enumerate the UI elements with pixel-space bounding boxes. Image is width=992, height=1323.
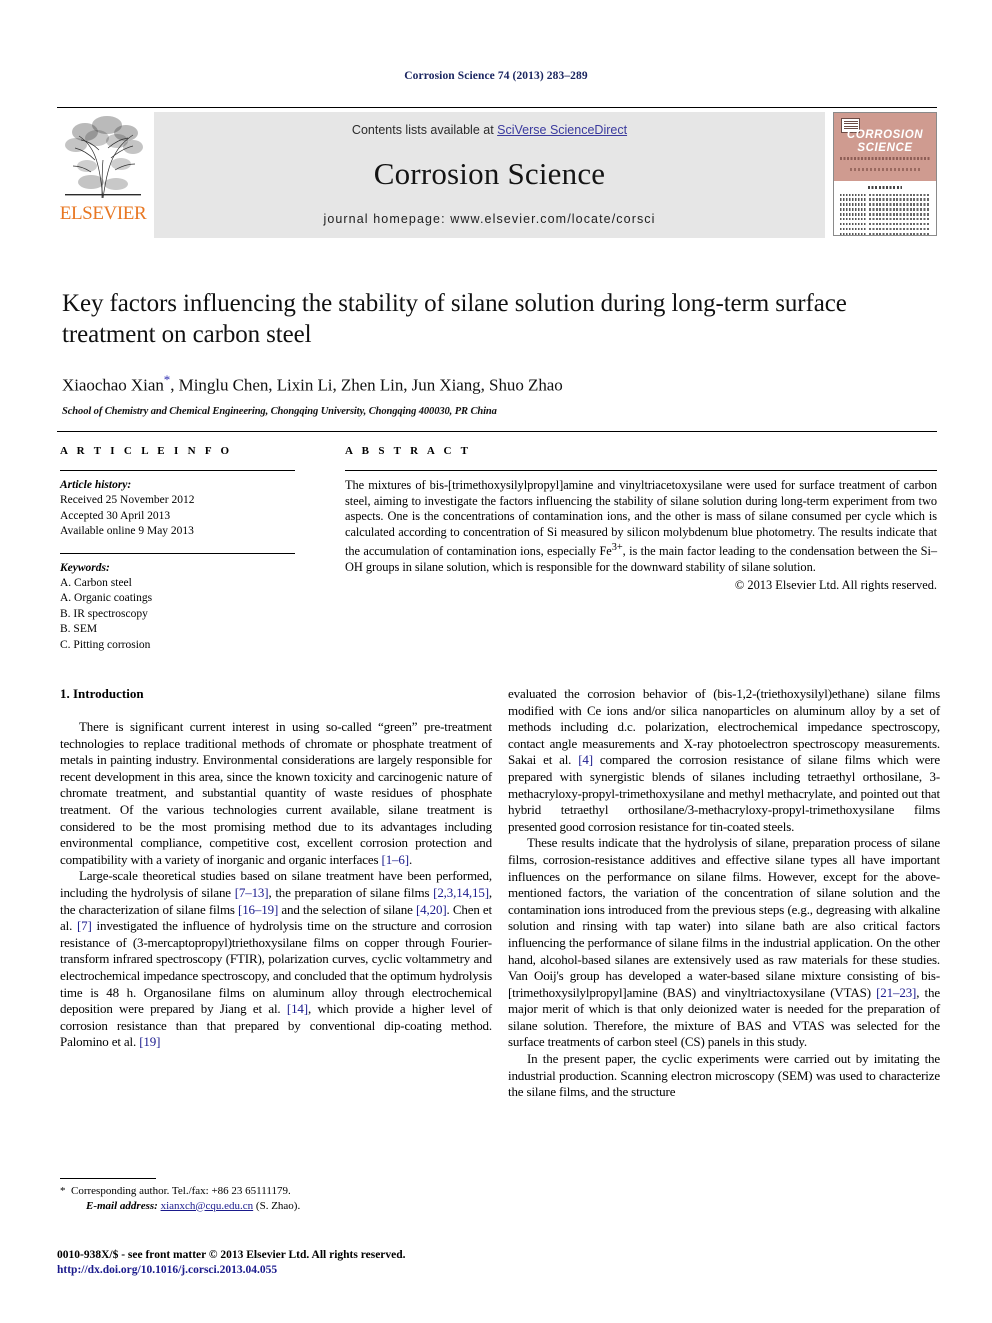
cover-contents-row [840,232,930,235]
cover-contents-row [840,222,930,226]
history-online: Available online 9 May 2013 [60,525,194,538]
cover-contents-row [840,217,930,221]
cover-contents-row [840,203,930,206]
cover-title-line1: CORROSION [846,129,924,141]
cover-title-line2: SCIENCE [857,142,913,154]
article-history-label: Article history: [60,479,132,491]
email-link[interactable]: xianxch@cqu.edu.cn [161,1200,254,1212]
body-column-left: 1. Introduction There is significant cur… [60,686,492,1051]
cover-header: CORROSION SCIENCE [834,113,936,181]
keyword-item: B. SEM [60,623,98,636]
info-divider [57,431,937,432]
history-received: Received 25 November 2012 [60,494,195,507]
cover-title: CORROSION SCIENCE [834,129,936,155]
cover-subtitle-rule [840,157,930,160]
cover-contents [834,181,936,235]
keyword-item: A. Carbon steel [60,577,132,590]
abstract-rule [345,470,937,471]
cover-editors-rule [850,168,920,171]
section-heading-introduction: 1. Introduction [60,686,144,701]
journal-band: Contents lists available at SciVerse Sci… [154,112,825,238]
page-title: Key factors influencing the stability of… [62,290,847,348]
journal-title: Corrosion Science [373,156,606,191]
paragraph: evaluated the corrosion behavior of (bis… [508,686,940,834]
footnote-rule [60,1178,156,1179]
author-list: Xiaochao Xian*, Minglu Chen, Lixin Li, Z… [62,372,942,396]
abstract-heading: A B S T R A C T [345,445,472,457]
paragraph: There is significant current interest in… [60,719,492,867]
cover-contents-row [840,193,930,196]
email-note: E-mail address: xianxch@cqu.edu.cn (S. Z… [60,1199,492,1214]
body-column-right: evaluated the corrosion behavior of (bis… [508,686,940,1101]
history-accepted: Accepted 30 April 2013 [60,509,171,522]
keywords-rule [60,552,295,554]
keywords-label: Keywords: [60,561,110,574]
cover-contents-row [840,213,930,216]
affiliation: School of Chemistry and Chemical Enginee… [62,405,497,417]
email-label: E-mail address: [86,1199,158,1212]
keyword-item: C. Pitting corrosion [60,638,151,651]
article-info-column: A R T I C L E I N F O Article history: R… [60,445,295,653]
footnote-marker: * [60,1185,66,1197]
elsevier-wordmark: ELSEVIER [59,203,147,224]
cover-contents-row [840,198,930,201]
journal-homepage[interactable]: journal homepage: www.elsevier.com/locat… [154,212,825,226]
abstract-column: A B S T R A C T The mixtures of bis-[tri… [345,445,937,593]
cover-contents-heading [868,186,902,189]
author-first: Xiaochao Xian [62,375,164,395]
elsevier-logo: ELSEVIER [57,112,152,238]
journal-cover-thumbnail[interactable]: CORROSION SCIENCE [833,112,937,236]
corresponding-author-note: * Corresponding author. Tel./fax: +86 23… [60,1184,492,1199]
corresponding-author-text: Corresponding author. Tel./fax: +86 23 6… [71,1185,291,1197]
cover-contents-row [840,227,930,231]
article-info-rule [60,470,295,471]
paper-page: Corrosion Science 74 (2013) 283–289 ELSE… [0,0,992,1323]
footer-block: 0010-938X/$ - see front matter © 2013 El… [57,1248,497,1278]
running-head: Corrosion Science 74 (2013) 283–289 [404,70,588,82]
paragraph: In the present paper, the cyclic experim… [508,1051,940,1100]
title-block: Key factors influencing the stability of… [62,288,942,417]
contents-prefix: Contents lists available at [351,123,498,137]
issn-copyright: 0010-938X/$ - see front matter © 2013 El… [57,1249,406,1261]
keyword-item: B. IR spectroscopy [60,607,148,620]
email-suffix: (S. Zhao). [255,1199,301,1212]
keyword-item: A. Organic coatings [60,592,153,605]
sciencedirect-link[interactable]: SciVerse ScienceDirect [497,123,627,137]
contents-line: Contents lists available at SciVerse Sci… [154,123,825,137]
elsevier-tree-icon [65,116,143,199]
paragraph: Large-scale theoretical studies based on… [60,868,493,1050]
authors-rest: , Minglu Chen, Lixin Li, Zhen Lin, Jun X… [170,375,563,395]
cover-contents-row [840,208,930,211]
copyright-notice: © 2013 Elsevier Ltd. All rights reserved… [734,577,937,592]
paragraph: These results indicate that the hydrolys… [508,835,940,1050]
abstract-text: The mixtures of bis-[trimethoxysilylprop… [345,478,937,575]
article-info-heading: A R T I C L E I N F O [60,445,233,457]
journal-masthead: ELSEVIER Contents lists available at Sci… [57,107,937,238]
doi-link[interactable]: http://dx.doi.org/10.1016/j.corsci.2013.… [57,1263,497,1278]
footnote-block: * Corresponding author. Tel./fax: +86 23… [60,1178,492,1213]
